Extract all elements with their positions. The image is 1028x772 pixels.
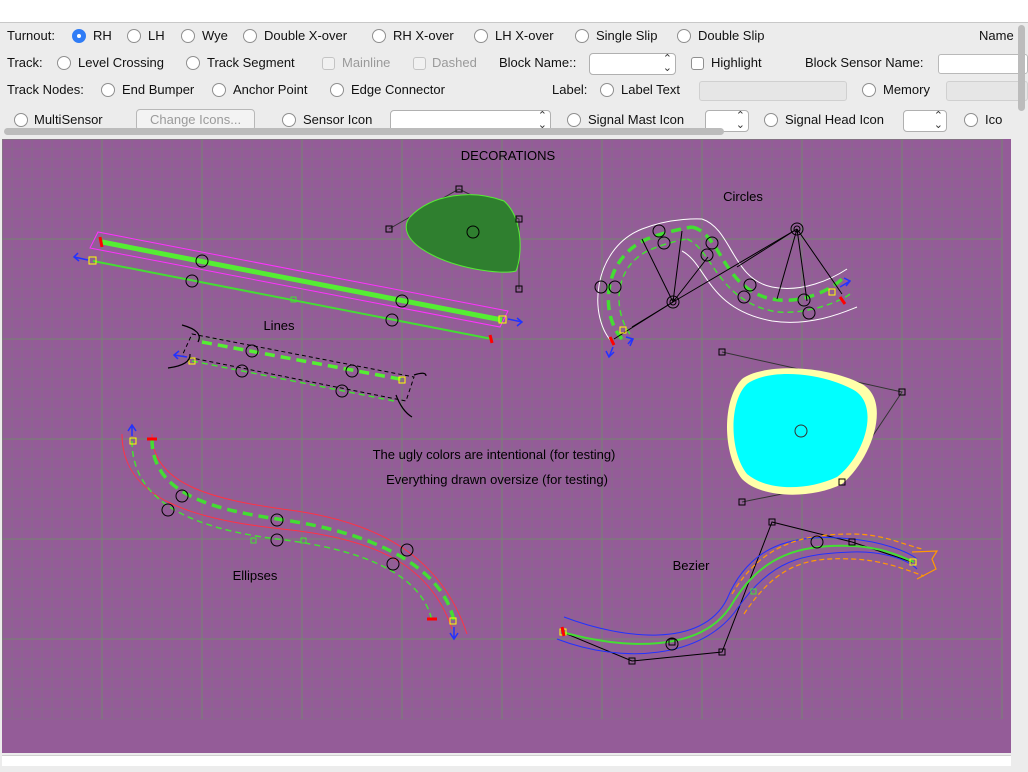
block-sensor-name-label: Block Sensor Name: bbox=[805, 55, 924, 70]
layout-editor-toolbar: Turnout: RH LH Wye Double X-over RH X-ov… bbox=[0, 22, 1028, 138]
turnout-double-slip-radio[interactable] bbox=[677, 29, 691, 43]
track-nodes-label: Track Nodes: bbox=[7, 82, 84, 97]
layout-canvas-frame: DECORATIONS Lines Circles Ellipses Bezie… bbox=[0, 137, 1028, 772]
bezier-group[interactable] bbox=[556, 518, 939, 665]
dashed-label: Dashed bbox=[432, 55, 477, 70]
turnout-lh-label[interactable]: LH bbox=[148, 25, 165, 47]
cyan-shape[interactable] bbox=[718, 348, 906, 506]
highlight-checkbox[interactable] bbox=[691, 57, 704, 70]
mainline-label: Mainline bbox=[342, 55, 391, 70]
label-text-label[interactable]: Label Text bbox=[621, 79, 680, 101]
combo-updown-icon: ⌃ ⌄ bbox=[662, 53, 672, 74]
turnout-rh-label[interactable]: RH bbox=[93, 25, 112, 47]
turnout-single-slip-label[interactable]: Single Slip bbox=[596, 25, 657, 47]
memory-label[interactable]: Memory bbox=[883, 79, 930, 101]
edge-connector-radio[interactable] bbox=[330, 83, 344, 97]
signal-head-icon-radio[interactable] bbox=[764, 113, 778, 127]
turnout-lh-radio[interactable] bbox=[127, 29, 141, 43]
turnout-rh-radio[interactable] bbox=[72, 29, 86, 43]
toolbar-horizontal-scroll-thumb[interactable] bbox=[4, 128, 724, 135]
level-crossing-label[interactable]: Level Crossing bbox=[78, 52, 164, 74]
track-nodes-row: Track Nodes: End Bumper Anchor Point Edg… bbox=[0, 79, 1028, 101]
track-row: Track: Level Crossing Track Segment Main… bbox=[0, 52, 1028, 75]
label-text-radio[interactable] bbox=[600, 83, 614, 97]
turnout-rh-xover-label[interactable]: RH X-over bbox=[393, 25, 454, 47]
note-ugly-colors: The ugly colors are intentional (for tes… bbox=[373, 447, 616, 462]
ellipses-label: Ellipses bbox=[233, 568, 278, 583]
multisensor-radio[interactable] bbox=[14, 113, 28, 127]
block-sensor-name-field[interactable] bbox=[938, 54, 1028, 74]
label-text-field[interactable] bbox=[699, 81, 847, 101]
circles-group[interactable] bbox=[594, 218, 858, 359]
sensor-icon-radio[interactable] bbox=[282, 113, 296, 127]
toolbar-vertical-scrollbar[interactable] bbox=[1017, 25, 1026, 121]
turnout-name-label: Name bbox=[979, 28, 1014, 43]
track-segment-label[interactable]: Track Segment bbox=[207, 52, 295, 74]
circles-label: Circles bbox=[723, 189, 763, 204]
memory-radio[interactable] bbox=[862, 83, 876, 97]
turnout-lh-xover-label[interactable]: LH X-over bbox=[495, 25, 554, 47]
icons-row: MultiSensor Change Icons... Sensor Icon … bbox=[0, 107, 1028, 132]
icon-radio[interactable] bbox=[964, 113, 978, 127]
toolbar-vertical-scroll-thumb[interactable] bbox=[1018, 25, 1025, 111]
dashed-checkbox[interactable] bbox=[413, 57, 426, 70]
turnout-single-slip-radio[interactable] bbox=[575, 29, 589, 43]
turnout-label: Turnout: bbox=[7, 28, 55, 43]
end-bumper-label[interactable]: End Bumper bbox=[122, 79, 194, 101]
anchor-point-label[interactable]: Anchor Point bbox=[233, 79, 307, 101]
level-crossing-radio[interactable] bbox=[57, 56, 71, 70]
window-top-strip bbox=[0, 0, 1028, 22]
bezier-label: Bezier bbox=[673, 558, 711, 573]
anchor-point-radio[interactable] bbox=[212, 83, 226, 97]
block-name-label: Block Name:: bbox=[499, 55, 577, 70]
signal-mast-icon-radio[interactable] bbox=[567, 113, 581, 127]
layout-drawing[interactable]: DECORATIONS Lines Circles Ellipses Bezie… bbox=[2, 139, 1011, 753]
highlight-label[interactable]: Highlight bbox=[711, 52, 762, 74]
track-segment-radio[interactable] bbox=[186, 56, 200, 70]
note-oversize: Everything drawn oversize (for testing) bbox=[386, 472, 608, 487]
canvas-bottom-edge bbox=[2, 755, 1011, 766]
turnout-double-xover-radio[interactable] bbox=[243, 29, 257, 43]
turnout-row: Turnout: RH LH Wye Double X-over RH X-ov… bbox=[0, 25, 1028, 47]
memory-field[interactable] bbox=[946, 81, 1028, 101]
turnout-lh-xover-radio[interactable] bbox=[474, 29, 488, 43]
turnout-double-slip-label[interactable]: Double Slip bbox=[698, 25, 765, 47]
turnout-wye-label[interactable]: Wye bbox=[202, 25, 228, 47]
mainline-checkbox[interactable] bbox=[322, 57, 335, 70]
block-name-combo[interactable]: ⌃ ⌄ bbox=[589, 53, 676, 75]
decorations-title: DECORATIONS bbox=[461, 148, 556, 163]
lines-label: Lines bbox=[263, 318, 295, 333]
turnout-rh-xover-radio[interactable] bbox=[372, 29, 386, 43]
label-section-label: Label: bbox=[552, 82, 588, 97]
end-bumper-radio[interactable] bbox=[101, 83, 115, 97]
track-label: Track: bbox=[7, 55, 43, 70]
turnout-wye-radio[interactable] bbox=[181, 29, 195, 43]
turnout-double-xover-label[interactable]: Double X-over bbox=[264, 25, 347, 47]
edge-connector-label[interactable]: Edge Connector bbox=[351, 79, 445, 101]
toolbar-horizontal-scrollbar[interactable] bbox=[2, 127, 1014, 136]
